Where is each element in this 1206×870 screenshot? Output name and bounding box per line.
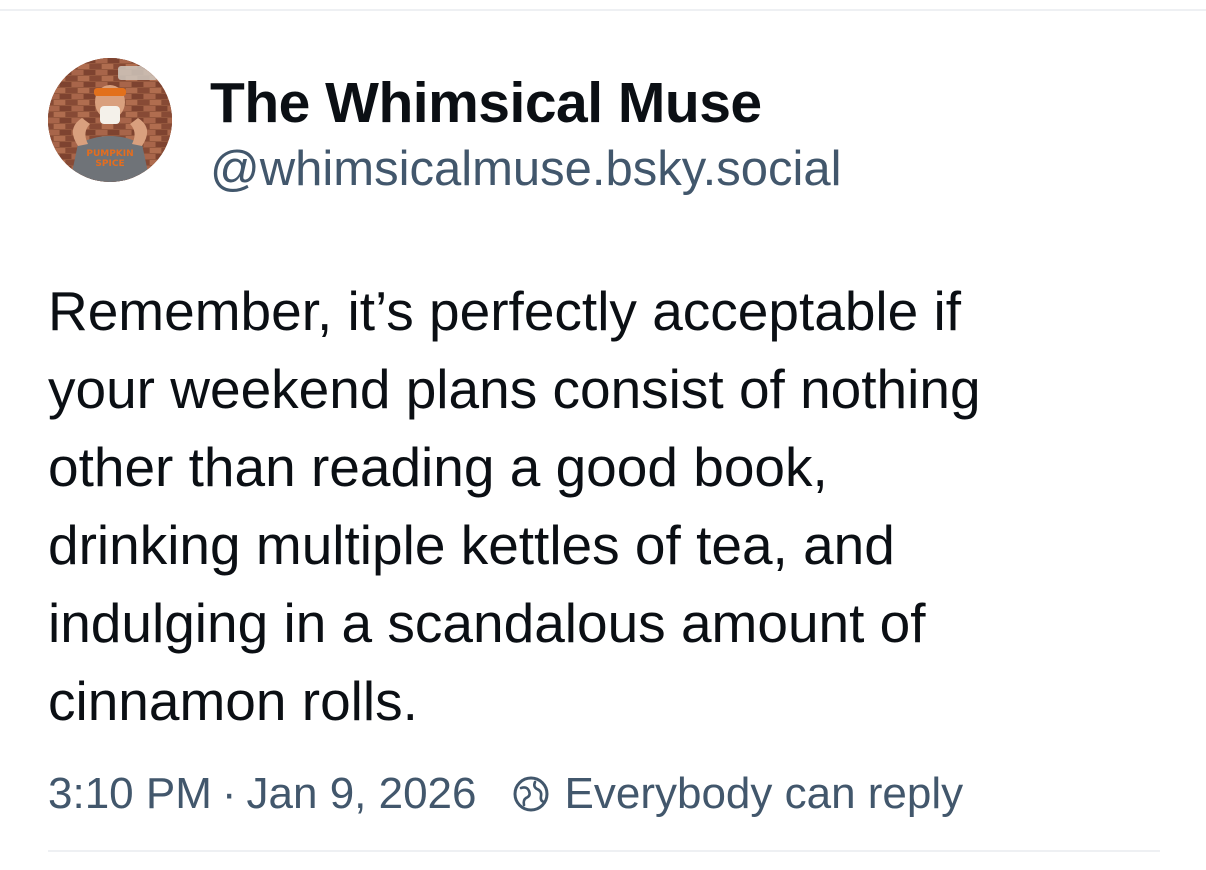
author-handle[interactable]: @whimsicalmuse.bsky.social [210,138,842,200]
post-date[interactable]: Jan 9, 2026 [247,764,477,824]
reply-setting-label[interactable]: Everybody can reply [565,764,964,824]
author-display-name[interactable]: The Whimsical Muse [210,68,842,138]
avatar[interactable]: PUMPKIN SPICE [48,58,172,182]
author-row[interactable]: PUMPKIN SPICE The Whimsical Muse @whimsi… [48,58,1160,200]
post-card: PUMPKIN SPICE The Whimsical Muse @whimsi… [48,58,1160,824]
post-meta: 3:10 PM · Jan 9, 2026 Everybody can repl… [48,764,1160,824]
top-divider [0,9,1206,11]
meta-separator: · [221,769,237,818]
author-info: The Whimsical Muse @whimsicalmuse.bsky.s… [210,58,842,200]
post-text: Remember, it’s perfectly acceptable if y… [48,280,981,732]
svg-text:SPICE: SPICE [95,159,124,169]
globe-icon [511,774,551,814]
post-time[interactable]: 3:10 PM [48,764,212,824]
avatar-shirt-text: PUMPKIN [86,149,133,159]
bottom-divider [48,850,1160,852]
avatar-image: PUMPKIN SPICE [48,58,172,182]
